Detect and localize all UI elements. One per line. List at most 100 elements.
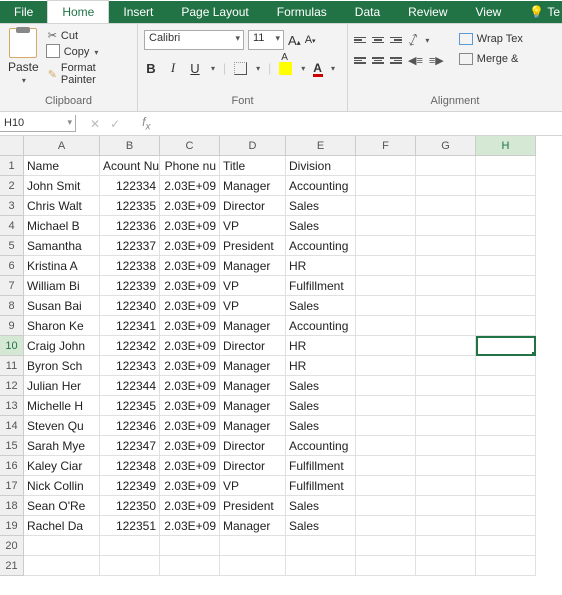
cell-D15[interactable]: Director xyxy=(220,436,286,456)
cell-G18[interactable] xyxy=(416,496,476,516)
cell-G21[interactable] xyxy=(416,556,476,576)
cell-B11[interactable]: 122343 xyxy=(100,356,160,376)
cell-F14[interactable] xyxy=(356,416,416,436)
cell-G14[interactable] xyxy=(416,416,476,436)
cell-D5[interactable]: President xyxy=(220,236,286,256)
cell-A14[interactable]: Steven Qu xyxy=(24,416,100,436)
cell-A10[interactable]: Craig John xyxy=(24,336,100,356)
cell-E14[interactable]: Sales xyxy=(286,416,356,436)
cell-E4[interactable]: Sales xyxy=(286,216,356,236)
cell-E12[interactable]: Sales xyxy=(286,376,356,396)
increase-indent-button[interactable]: ≡▶ xyxy=(429,54,444,67)
cell-B6[interactable]: 122338 xyxy=(100,256,160,276)
paste-dropdown-icon[interactable]: ▾ xyxy=(22,76,26,85)
cell-A5[interactable]: Samantha xyxy=(24,236,100,256)
cell-G11[interactable] xyxy=(416,356,476,376)
row-header-6[interactable]: 6 xyxy=(0,256,24,276)
format-painter-button[interactable]: ✎Format Painter xyxy=(45,61,131,87)
cell-F5[interactable] xyxy=(356,236,416,256)
cell-C13[interactable]: 2.03E+09 xyxy=(160,396,220,416)
cell-G20[interactable] xyxy=(416,536,476,556)
cell-C19[interactable]: 2.03E+09 xyxy=(160,516,220,536)
cell-B14[interactable]: 122346 xyxy=(100,416,160,436)
cell-D14[interactable]: Manager xyxy=(220,416,286,436)
font-name-select[interactable]: Calibri xyxy=(144,30,244,50)
cell-F8[interactable] xyxy=(356,296,416,316)
border-button[interactable] xyxy=(234,62,247,75)
underline-button[interactable]: U xyxy=(188,61,202,76)
row-header-11[interactable]: 11 xyxy=(0,356,24,376)
cell-B12[interactable]: 122344 xyxy=(100,376,160,396)
cell-F15[interactable] xyxy=(356,436,416,456)
row-header-5[interactable]: 5 xyxy=(0,236,24,256)
cell-E19[interactable]: Sales xyxy=(286,516,356,536)
cell-D8[interactable]: VP xyxy=(220,296,286,316)
cell-F21[interactable] xyxy=(356,556,416,576)
cell-B4[interactable]: 122336 xyxy=(100,216,160,236)
cell-G7[interactable] xyxy=(416,276,476,296)
cell-B1[interactable]: Acount Nu xyxy=(100,156,160,176)
cell-A6[interactable]: Kristina A xyxy=(24,256,100,276)
border-dropdown-icon[interactable]: ▾ xyxy=(256,64,260,73)
cell-G17[interactable] xyxy=(416,476,476,496)
cell-E8[interactable]: Sales xyxy=(286,296,356,316)
cell-B8[interactable]: 122340 xyxy=(100,296,160,316)
bold-button[interactable]: B xyxy=(144,61,158,76)
cell-H11[interactable] xyxy=(476,356,536,376)
cell-D4[interactable]: VP xyxy=(220,216,286,236)
cell-D7[interactable]: VP xyxy=(220,276,286,296)
cell-A2[interactable]: John Smit xyxy=(24,176,100,196)
cell-E9[interactable]: Accounting xyxy=(286,316,356,336)
cell-C16[interactable]: 2.03E+09 xyxy=(160,456,220,476)
tab-home[interactable]: Home xyxy=(47,0,109,23)
cell-H13[interactable] xyxy=(476,396,536,416)
cell-D16[interactable]: Director xyxy=(220,456,286,476)
cell-D21[interactable] xyxy=(220,556,286,576)
cell-A12[interactable]: Julian Her xyxy=(24,376,100,396)
cell-F16[interactable] xyxy=(356,456,416,476)
row-header-16[interactable]: 16 xyxy=(0,456,24,476)
cell-A15[interactable]: Sarah Mye xyxy=(24,436,100,456)
cell-G12[interactable] xyxy=(416,376,476,396)
cell-E11[interactable]: HR xyxy=(286,356,356,376)
cell-G6[interactable] xyxy=(416,256,476,276)
cell-B3[interactable]: 122335 xyxy=(100,196,160,216)
cell-H9[interactable] xyxy=(476,316,536,336)
cell-E21[interactable] xyxy=(286,556,356,576)
cell-D10[interactable]: Director xyxy=(220,336,286,356)
copy-button[interactable]: Copy▾ xyxy=(45,45,131,59)
cell-E15[interactable]: Accounting xyxy=(286,436,356,456)
cell-G2[interactable] xyxy=(416,176,476,196)
cell-D18[interactable]: President xyxy=(220,496,286,516)
cell-C17[interactable]: 2.03E+09 xyxy=(160,476,220,496)
cell-B17[interactable]: 122349 xyxy=(100,476,160,496)
cell-H14[interactable] xyxy=(476,416,536,436)
cell-C2[interactable]: 2.03E+09 xyxy=(160,176,220,196)
cell-G16[interactable] xyxy=(416,456,476,476)
cell-G13[interactable] xyxy=(416,396,476,416)
cell-H8[interactable] xyxy=(476,296,536,316)
tab-data[interactable]: Data xyxy=(341,1,394,23)
tab-file[interactable]: File xyxy=(0,1,47,23)
align-center-button[interactable] xyxy=(372,57,384,64)
cell-E16[interactable]: Fulfillment xyxy=(286,456,356,476)
col-header-G[interactable]: G xyxy=(416,136,476,156)
cell-A17[interactable]: Nick Collin xyxy=(24,476,100,496)
cell-A7[interactable]: William Bi xyxy=(24,276,100,296)
cell-F9[interactable] xyxy=(356,316,416,336)
row-header-12[interactable]: 12 xyxy=(0,376,24,396)
cell-F10[interactable] xyxy=(356,336,416,356)
cell-A20[interactable] xyxy=(24,536,100,556)
italic-button[interactable]: I xyxy=(166,60,180,76)
cell-C10[interactable]: 2.03E+09 xyxy=(160,336,220,356)
tab-view[interactable]: View xyxy=(462,1,516,23)
cell-A16[interactable]: Kaley Ciar xyxy=(24,456,100,476)
tab-insert[interactable]: Insert xyxy=(109,1,167,23)
cell-G4[interactable] xyxy=(416,216,476,236)
cell-B18[interactable]: 122350 xyxy=(100,496,160,516)
decrease-indent-button[interactable]: ◀≡ xyxy=(408,54,423,67)
row-header-19[interactable]: 19 xyxy=(0,516,24,536)
paste-button[interactable]: Paste ▾ xyxy=(6,26,41,95)
underline-dropdown-icon[interactable]: ▾ xyxy=(211,64,215,73)
cell-D11[interactable]: Manager xyxy=(220,356,286,376)
